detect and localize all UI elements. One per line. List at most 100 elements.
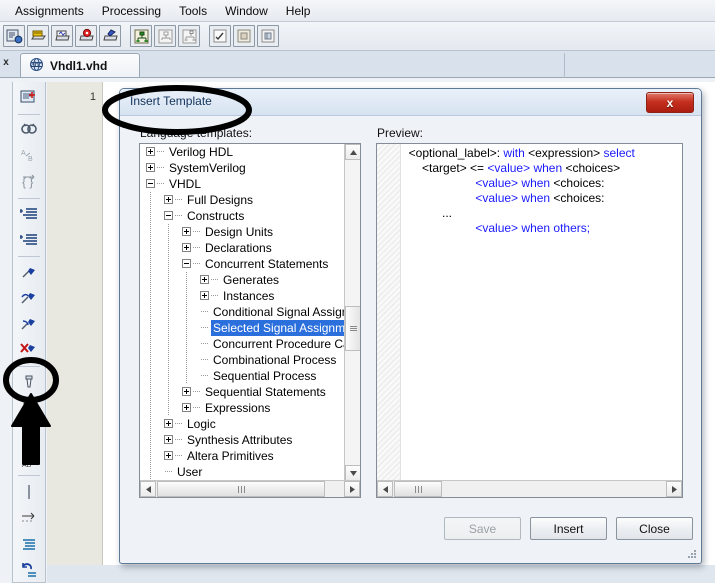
close-pane-marker[interactable]: x	[1, 56, 11, 70]
expand-plus-icon[interactable]	[200, 275, 209, 284]
tree-hscroll-thumb[interactable]	[157, 481, 325, 497]
scroll-down-arrow-icon[interactable]	[345, 465, 360, 481]
tree-item[interactable]: Concurrent Procedure Call	[140, 336, 345, 352]
insert-template-icon[interactable]	[15, 396, 43, 420]
tree-item[interactable]: Conditional Signal Assignm	[140, 304, 345, 320]
menu-item-assignments[interactable]: Assignments	[6, 2, 93, 20]
lowercase-icon[interactable]	[15, 422, 43, 446]
preview-hscroll-thumb[interactable]	[394, 481, 442, 497]
tree-item[interactable]: Design Units	[140, 224, 345, 240]
tree-item[interactable]: Generates	[140, 272, 345, 288]
tree-scroll-track[interactable]	[345, 160, 360, 465]
pin-planner-icon[interactable]	[209, 25, 231, 47]
tree-item[interactable]: Combinational Process	[140, 352, 345, 368]
tree-vertical-scrollbar[interactable]	[344, 144, 360, 481]
expand-plus-icon[interactable]	[200, 291, 209, 300]
close-button[interactable]: Close	[616, 517, 693, 540]
tree-item[interactable]: Synthesis Attributes	[140, 432, 345, 448]
tree-item[interactable]: Logic	[140, 416, 345, 432]
compile-design-icon[interactable]	[3, 25, 25, 47]
menu-item-help[interactable]: Help	[277, 2, 320, 20]
toggle-bookmark-icon[interactable]	[15, 261, 43, 285]
fitter-icon[interactable]	[75, 25, 97, 47]
tree-guide-line	[150, 368, 151, 384]
comment-icon[interactable]	[15, 371, 43, 395]
assembler-icon[interactable]	[99, 25, 121, 47]
tree-item[interactable]: Declarations	[140, 240, 345, 256]
settings-icon[interactable]	[233, 25, 255, 47]
insert-file-icon[interactable]	[15, 86, 43, 110]
tree-item[interactable]: Selected Signal Assignmen	[140, 320, 345, 336]
uppercase-icon[interactable]: ab AB	[15, 448, 43, 472]
indent-lines-icon[interactable]	[15, 532, 43, 556]
tree-connector	[175, 423, 183, 424]
expand-plus-icon[interactable]	[182, 387, 191, 396]
find-icon[interactable]	[15, 119, 43, 143]
tree-item[interactable]: Concurrent Statements	[140, 256, 345, 272]
tree-item[interactable]: Full Designs	[140, 192, 345, 208]
save-button[interactable]: Save	[444, 517, 521, 540]
arrow-icon[interactable]	[15, 506, 43, 530]
expand-plus-icon[interactable]	[164, 419, 173, 428]
menu-item-tools[interactable]: Tools	[170, 2, 216, 20]
tree-rows-container: Verilog HDL SystemVerilog VHDL Full Designs…	[140, 144, 345, 481]
tree-item[interactable]: VHDL	[140, 176, 345, 192]
scroll-right-arrow-icon[interactable]	[344, 481, 360, 497]
collapse-minus-icon[interactable]	[146, 179, 155, 188]
start-compilation-icon[interactable]	[27, 25, 49, 47]
analysis-synthesis-icon[interactable]	[51, 25, 73, 47]
expand-plus-icon[interactable]	[146, 147, 155, 156]
collapse-minus-icon[interactable]	[164, 211, 173, 220]
menu-item-processing[interactable]: Processing	[93, 2, 170, 20]
collapse-minus-icon[interactable]	[182, 259, 191, 268]
expand-plus-icon[interactable]	[182, 227, 191, 236]
scroll-left-arrow-icon[interactable]	[140, 481, 156, 497]
tree-item[interactable]: Altera Primitives	[140, 448, 345, 464]
preview-horizontal-scrollbar[interactable]	[377, 480, 682, 497]
decrease-indent-icon[interactable]	[15, 228, 43, 252]
tree-item[interactable]: Verilog HDL	[140, 144, 345, 160]
language-templates-tree[interactable]: Verilog HDL SystemVerilog VHDL Full Designs…	[139, 143, 361, 498]
programmer-icon[interactable]	[257, 25, 279, 47]
tree-item-label: Conditional Signal Assignm	[213, 305, 345, 319]
previous-bookmark-icon[interactable]	[15, 312, 43, 336]
resize-grip-icon[interactable]	[686, 548, 698, 560]
preview-panel[interactable]: <optional_label>: with <expression> sele…	[376, 143, 683, 498]
dialog-close-button[interactable]: x	[646, 92, 694, 113]
expand-plus-icon[interactable]	[164, 451, 173, 460]
tree-connector	[211, 279, 219, 280]
undo-icon[interactable]	[15, 557, 43, 581]
expand-plus-icon[interactable]	[182, 243, 191, 252]
goto-icon[interactable]: { }	[15, 170, 43, 194]
scroll-right-arrow-icon[interactable]	[666, 481, 682, 497]
tree-guide-line	[168, 336, 169, 352]
tree-item[interactable]: Constructs	[140, 208, 345, 224]
tree-horizontal-scrollbar[interactable]	[140, 480, 360, 497]
expand-plus-icon[interactable]	[146, 163, 155, 172]
tree-item[interactable]: Instances	[140, 288, 345, 304]
scroll-left-arrow-icon[interactable]	[377, 481, 393, 497]
expand-plus-icon[interactable]	[164, 435, 173, 444]
tree-item[interactable]: Expressions	[140, 400, 345, 416]
divider-icon[interactable]	[15, 480, 43, 504]
menu-item-window[interactable]: Window	[216, 2, 277, 20]
tree-item[interactable]: Sequential Process	[140, 368, 345, 384]
tree-item[interactable]: Sequential Statements	[140, 384, 345, 400]
increase-indent-icon[interactable]	[15, 203, 43, 227]
expand-plus-icon[interactable]	[164, 195, 173, 204]
document-tab-vhdl1[interactable]: abc Vhdl1.vhd	[20, 53, 140, 77]
insert-button[interactable]: Insert	[530, 517, 607, 540]
scroll-up-arrow-icon[interactable]	[345, 144, 360, 160]
replace-icon[interactable]: A B	[15, 144, 43, 168]
expand-plus-icon[interactable]	[182, 403, 191, 412]
rtl-viewer-icon[interactable]	[130, 25, 152, 47]
state-machine-viewer-icon[interactable]	[178, 25, 200, 47]
next-bookmark-icon[interactable]	[15, 287, 43, 311]
tree-item[interactable]: User	[140, 464, 345, 480]
tree-scroll-thumb[interactable]	[345, 306, 360, 351]
technology-map-viewer-icon[interactable]	[154, 25, 176, 47]
tree-connector	[175, 439, 183, 440]
dialog-title-bar[interactable]: Insert Template x	[120, 89, 701, 116]
clear-bookmarks-icon[interactable]	[15, 338, 43, 362]
tree-item[interactable]: SystemVerilog	[140, 160, 345, 176]
